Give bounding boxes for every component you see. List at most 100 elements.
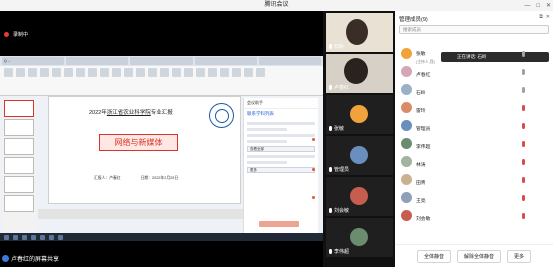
member-row[interactable]: 刘会敏: [401, 209, 549, 222]
screen-share-area: 录制中 Q ... 2022年浙江省农业科学院专业汇报 网络与新媒体 汇报人：卢…: [0, 11, 323, 267]
browser-tab[interactable]: Q ...: [2, 57, 65, 65]
video-tile[interactable]: 张敏: [326, 95, 393, 134]
side-panel-title: 联系学科列表: [247, 111, 274, 116]
member-row[interactable]: 雷玲: [401, 101, 549, 114]
mute-all-button[interactable]: 全体静音: [416, 249, 451, 263]
ribbon-tool-icon[interactable]: [232, 68, 241, 77]
mic-icon: [329, 85, 332, 90]
slide-title-org: 浙江省农业科学院: [106, 110, 151, 116]
browser-tab[interactable]: [130, 57, 193, 65]
member-row[interactable]: 李伟超: [401, 137, 549, 150]
participant-name: 刘会敏: [334, 208, 350, 214]
side-panel-header: 会议助手: [244, 98, 318, 109]
slide-thumbnail[interactable]: [4, 138, 34, 155]
mic-muted-icon[interactable]: [522, 140, 525, 147]
slide-thumbnail[interactable]: [4, 157, 34, 174]
video-tile[interactable]: 管理员: [326, 136, 393, 175]
ribbon-tool-icon[interactable]: [208, 68, 217, 77]
mic-icon[interactable]: [522, 86, 525, 93]
ribbon-tool-icon[interactable]: [88, 68, 97, 77]
ribbon-tool-icon[interactable]: [196, 68, 205, 77]
ribbon-tool-icon[interactable]: [40, 68, 49, 77]
ribbon-tool-icon[interactable]: [244, 68, 253, 77]
ribbon-tool-icon[interactable]: [184, 68, 193, 77]
video-tile-name: 张敏: [329, 125, 344, 132]
notes-pane[interactable]: [38, 209, 248, 219]
shared-desktop: Q ... 2022年浙江省农业科学院专业汇报 网络与新媒体 汇报人：卢春红 日…: [0, 56, 323, 241]
ribbon-tool-icon[interactable]: [256, 68, 265, 77]
slide-thumbnail[interactable]: [4, 119, 34, 136]
ribbon-tool-icon[interactable]: [160, 68, 169, 77]
panel-text-line: [247, 128, 287, 131]
member-row[interactable]: 石岭: [401, 83, 549, 96]
member-row[interactable]: 卢春红: [401, 65, 549, 78]
mic-icon[interactable]: [522, 68, 525, 75]
panel-action-button[interactable]: [259, 221, 299, 227]
member-search-input[interactable]: 搜索成员: [399, 25, 549, 34]
member-name: 王亮: [416, 198, 426, 204]
participant-name: 张敏: [334, 126, 345, 132]
member-name: 石岭: [416, 90, 426, 96]
mic-muted-icon[interactable]: [522, 212, 525, 219]
browser-tab[interactable]: [194, 57, 257, 65]
taskbar-app-icon[interactable]: [58, 234, 63, 240]
ribbon-tool-icon[interactable]: [4, 68, 13, 77]
member-panel: 管理成员(9) ⧉ ✕ 搜索成员 正在讲话: 石岭 张敏 (主持人,我) 卢春红 石岭…: [395, 11, 553, 267]
member-row[interactable]: 林涛: [401, 155, 549, 168]
mic-muted-icon[interactable]: [522, 194, 525, 201]
browser-tab[interactable]: [258, 57, 322, 65]
mic-muted-icon[interactable]: [522, 158, 525, 165]
ribbon-tool-icon[interactable]: [172, 68, 181, 77]
recording-badge[interactable]: 录制中: [4, 31, 28, 38]
video-tile[interactable]: 卢春红: [326, 54, 393, 93]
ribbon-tool-icon[interactable]: [28, 68, 37, 77]
slide-thumbnail[interactable]: [4, 100, 34, 117]
ribbon-tool-icon[interactable]: [100, 68, 109, 77]
panel-text-line: [247, 161, 287, 164]
popout-icon[interactable]: ⧉: [539, 14, 543, 20]
unmute-all-button[interactable]: 解除全体静音: [456, 249, 501, 263]
slide-thumbnail[interactable]: [4, 195, 34, 212]
member-name: 卢春红: [416, 72, 431, 78]
mic-icon: [329, 208, 332, 213]
taskbar-app-icon[interactable]: [22, 234, 27, 240]
ppt-ribbon: [0, 66, 323, 96]
taskbar-app-icon[interactable]: [13, 234, 18, 240]
avatar: [401, 120, 412, 131]
slide-date: 日期：2022年2月25日: [140, 176, 179, 180]
close-icon[interactable]: ✕: [546, 14, 550, 20]
video-tile[interactable]: 刘会敏: [326, 177, 393, 216]
ribbon-tool-icon[interactable]: [76, 68, 85, 77]
video-tile[interactable]: 李伟超: [326, 218, 393, 257]
member-row[interactable]: 田青: [401, 173, 549, 186]
taskbar-app-icon[interactable]: [40, 234, 45, 240]
panel-item-button[interactable]: 查看全部: [247, 146, 315, 152]
ribbon-tool-icon[interactable]: [64, 68, 73, 77]
panel-item-button[interactable]: 更多: [247, 167, 315, 173]
video-tile[interactable]: 石岭: [326, 13, 393, 52]
meeting-window: 腾讯会议 — □ ✕ 录制中 Q ... 2022年浙江省农业科学院专业汇报 网…: [0, 0, 553, 267]
assistant-side-panel: 会议助手 联系学科列表 查看全部 更多: [243, 98, 318, 233]
ribbon-tool-icon[interactable]: [220, 68, 229, 77]
member-row[interactable]: 张敏 (主持人,我): [401, 47, 549, 64]
ribbon-tool-icon[interactable]: [136, 68, 145, 77]
browser-tab[interactable]: [66, 57, 129, 65]
member-row[interactable]: 管理员: [401, 119, 549, 132]
ribbon-tool-icon[interactable]: [124, 68, 133, 77]
start-icon[interactable]: [4, 234, 9, 240]
member-row[interactable]: 王亮: [401, 191, 549, 204]
mic-muted-icon[interactable]: [522, 104, 525, 111]
mic-icon[interactable]: [522, 50, 525, 57]
slide-thumbnail[interactable]: [4, 176, 34, 193]
ribbon-tool-icon[interactable]: [112, 68, 121, 77]
taskbar-app-icon[interactable]: [49, 234, 54, 240]
panel-text-line: [247, 122, 315, 125]
mic-muted-icon[interactable]: [522, 122, 525, 129]
panel-text-line: [247, 140, 287, 143]
taskbar-app-icon[interactable]: [31, 234, 36, 240]
ribbon-tool-icon[interactable]: [16, 68, 25, 77]
ribbon-tool-icon[interactable]: [148, 68, 157, 77]
mic-muted-icon[interactable]: [522, 176, 525, 183]
ribbon-tool-icon[interactable]: [52, 68, 61, 77]
more-button[interactable]: 更多: [507, 249, 532, 263]
